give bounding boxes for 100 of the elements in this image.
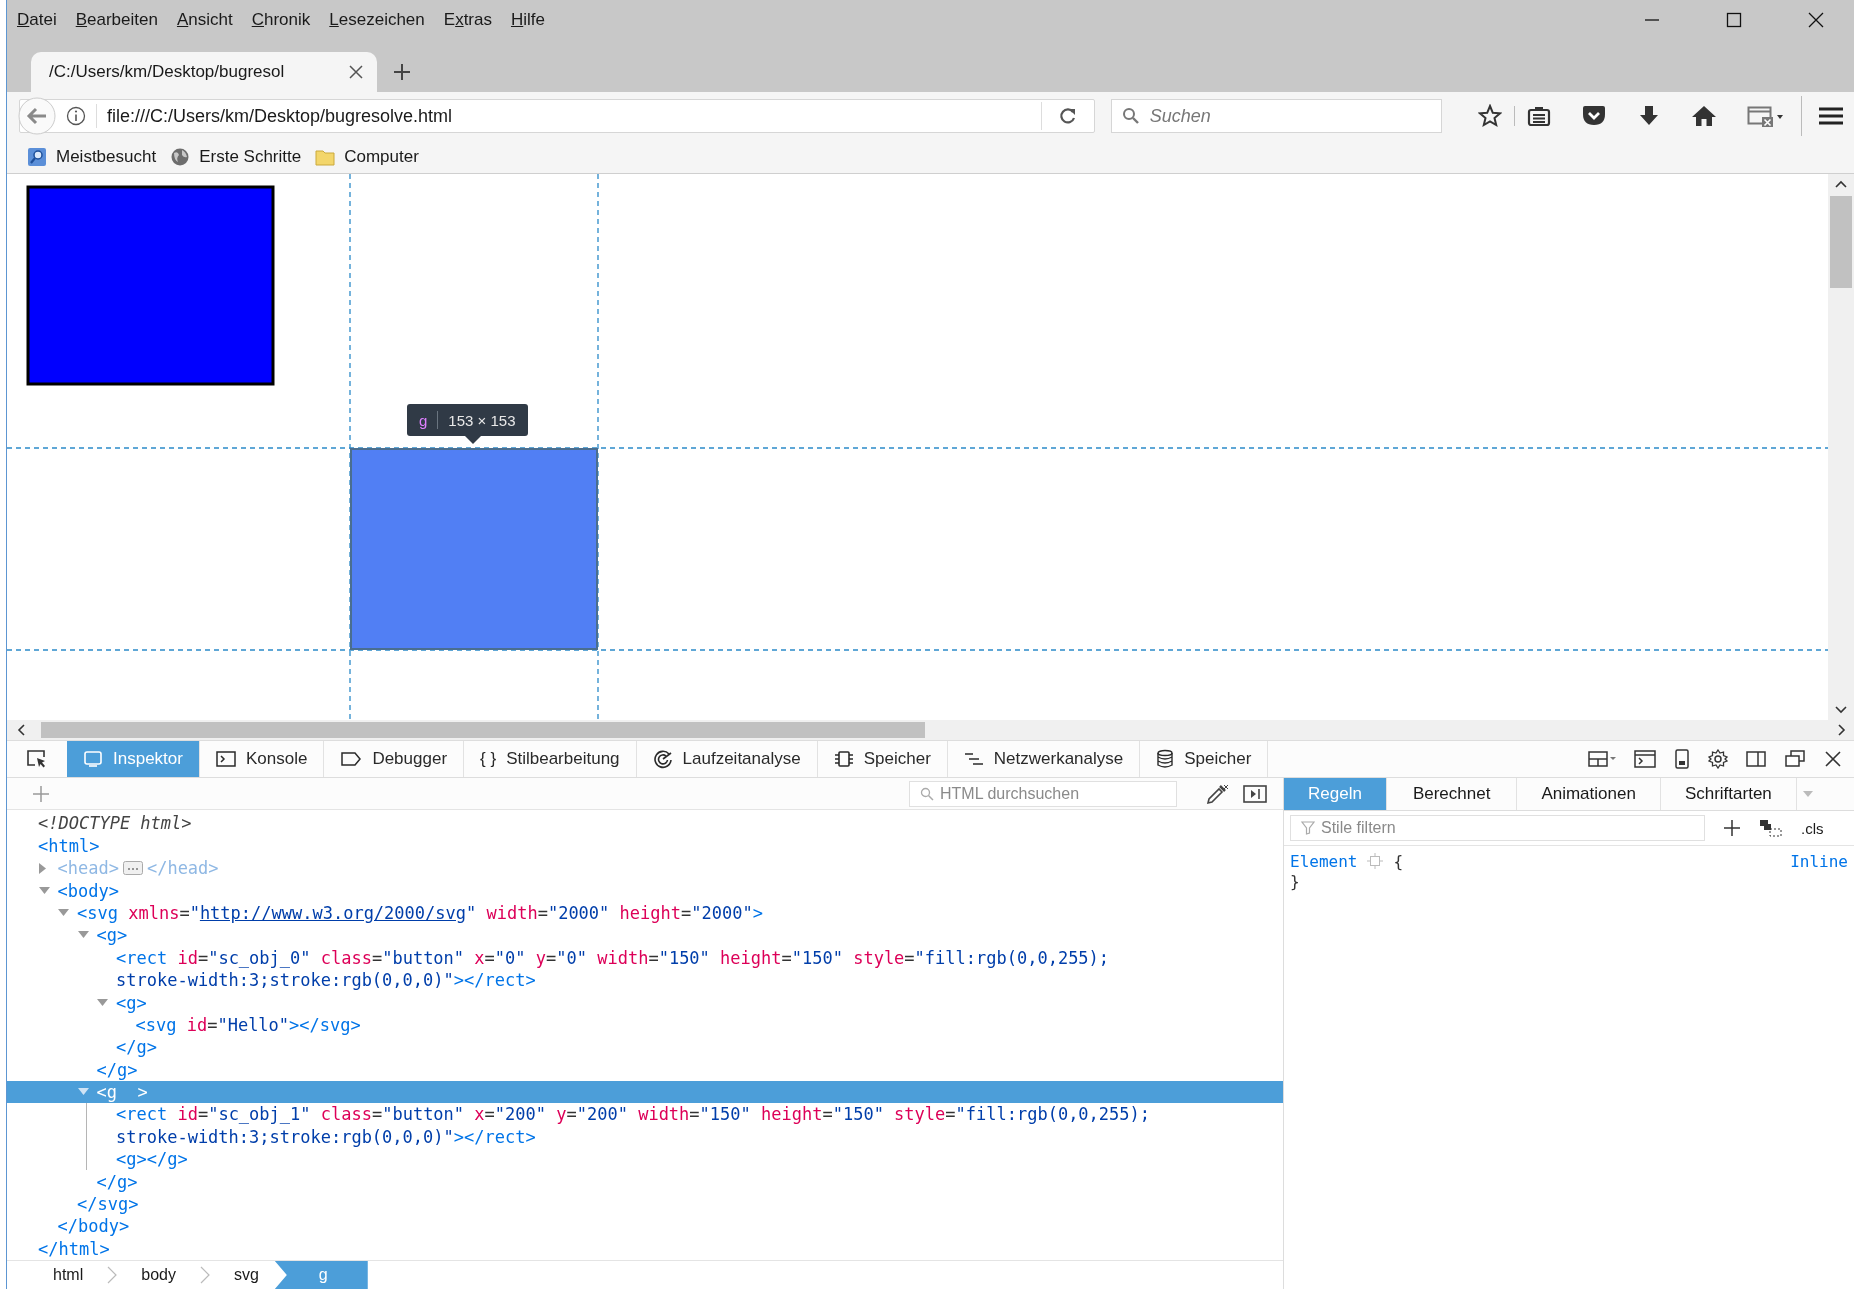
menu-item[interactable]: Datei: [17, 10, 57, 30]
sidebar-icon[interactable]: [1746, 750, 1766, 768]
gauge-icon: [652, 749, 673, 769]
sidebar-tab[interactable]: Schriftarten: [1660, 778, 1797, 810]
markup-line[interactable]: <rect id="sc_obj_1" class="button" x="200" y="200" width="150" height="150" style="fill:rgb(0,0,255);: [116, 1104, 1150, 1125]
devtools-tab[interactable]: Speicher: [1140, 741, 1269, 777]
vertical-scrollbar[interactable]: [1828, 174, 1854, 720]
close-icon[interactable]: [349, 65, 363, 79]
element-picker-icon[interactable]: [26, 749, 48, 769]
markup-line[interactable]: <!DOCTYPE html>: [38, 813, 192, 834]
chevron-badge-icon[interactable]: [1581, 104, 1607, 128]
markup-line[interactable]: </body>: [57, 1216, 130, 1237]
tag-shape-icon: [340, 750, 363, 768]
chevron-up-icon[interactable]: [1835, 180, 1847, 188]
plus-icon[interactable]: [393, 63, 411, 81]
list-icon[interactable]: [1527, 104, 1551, 128]
rule-selector: Element: [1290, 851, 1358, 871]
pseudo-class-icon[interactable]: [1759, 818, 1783, 838]
menu-item[interactable]: Bearbeiten: [75, 10, 158, 30]
settings-icon[interactable]: [1708, 749, 1728, 769]
home-icon[interactable]: [1691, 104, 1717, 128]
sidebar-tab[interactable]: Berechnet: [1386, 778, 1518, 810]
star-icon[interactable]: [1478, 104, 1502, 128]
braces-icon: { }: [480, 749, 497, 769]
chevron-left-icon[interactable]: [17, 724, 25, 736]
window-icon[interactable]: [1747, 104, 1783, 128]
menu-item[interactable]: Lesezeichen: [329, 10, 425, 30]
markup-line[interactable]: <rect id="sc_obj_0" class="button" x="0" y="0" width="150" height="150" style="fill:rgb(0,0,255);: [116, 947, 1110, 968]
markup-line[interactable]: </svg>: [77, 1194, 139, 1214]
rule-source-link[interactable]: Inline: [1790, 851, 1848, 871]
markup-line[interactable]: </g>: [96, 1171, 138, 1192]
menu-item[interactable]: Chronik: [251, 10, 311, 30]
database-icon: [1156, 749, 1175, 769]
expanded-arrow-icon[interactable]: [97, 998, 108, 1007]
scrollbar-thumb[interactable]: [1830, 196, 1852, 288]
sidebar-tab[interactable]: Animationen: [1517, 778, 1661, 810]
info-icon[interactable]: [66, 106, 86, 126]
expanded-arrow-icon[interactable]: [38, 886, 50, 895]
markup-line[interactable]: </g>: [96, 1059, 138, 1080]
chevron-down-icon[interactable]: [1835, 706, 1847, 714]
bookmark-item[interactable]: Meistbesucht: [27, 146, 157, 167]
magnifier-icon: [27, 146, 47, 167]
markup-line[interactable]: <svg xmlns="http://www.w3.org/2000/svg" width="2000" height="2000">: [77, 902, 763, 923]
markup-line[interactable]: <g>: [116, 992, 147, 1013]
close-icon[interactable]: [1824, 750, 1842, 768]
tooltip-tag: g: [419, 411, 428, 429]
bookmark-item[interactable]: Erste Schritte: [170, 146, 302, 167]
devtools-tab[interactable]: Konsole: [199, 741, 325, 777]
markup-line[interactable]: <svg id="Hello"></svg>: [135, 1014, 361, 1035]
markup-line[interactable]: <html>: [38, 835, 100, 856]
rule-brace: }: [1290, 872, 1300, 891]
network-lines-icon: [963, 751, 984, 767]
breadcrumb[interactable]: svg: [227, 1261, 265, 1289]
screenshot-icon[interactable]: [1243, 783, 1267, 804]
windows-icon[interactable]: [1784, 750, 1806, 768]
console-panel-icon[interactable]: [1634, 749, 1656, 769]
search-field[interactable]: Suchen: [1110, 99, 1442, 133]
plus-icon[interactable]: [1723, 819, 1741, 837]
markup-line[interactable]: </g>: [116, 1037, 157, 1058]
scrollbar-thumb[interactable]: [41, 722, 925, 738]
devtools-tab[interactable]: Laufzeitanalyse: [636, 741, 818, 777]
globe-icon: [170, 146, 191, 167]
close-icon[interactable]: [1808, 12, 1824, 28]
expanded-arrow-icon[interactable]: [77, 931, 89, 940]
devtools-tab[interactable]: Speicher: [817, 741, 948, 777]
markup-line[interactable]: <g>: [96, 925, 128, 946]
search-icon: [920, 786, 934, 801]
markup-line[interactable]: <g></g>: [116, 1149, 188, 1170]
breadcrumb[interactable]: body: [135, 1261, 182, 1289]
console-icon: [215, 750, 236, 768]
markup-line[interactable]: stroke-width:3;stroke:rgb(0,0,0)"></rect>: [116, 1126, 536, 1147]
eyedropper-icon[interactable]: [1205, 782, 1229, 805]
filter-field[interactable]: Stile filtern: [1290, 815, 1705, 841]
menu-item[interactable]: Extras: [443, 10, 492, 30]
device-icon[interactable]: [1674, 749, 1690, 769]
inspector-icon: [83, 750, 103, 768]
layout-icon[interactable]: [1588, 749, 1616, 769]
markup-line[interactable]: stroke-width:3;stroke:rgb(0,0,0)"></rect>: [116, 970, 536, 991]
breadcrumb[interactable]: html: [47, 1261, 90, 1289]
ellipsis-icon[interactable]: [122, 861, 143, 876]
devtools-tab[interactable]: Netzwerkanalyse: [947, 741, 1141, 777]
markup-line[interactable]: <body>: [57, 880, 119, 901]
tooltip-size: 153 × 153: [448, 411, 516, 429]
browser-tab[interactable]: /C:/Users/km/Desktop/bugresol: [31, 52, 377, 92]
filter-icon: [1301, 821, 1315, 835]
reload-icon[interactable]: [1057, 106, 1078, 126]
devtools-tab[interactable]: { } Stilbearbeitung: [464, 741, 637, 777]
expanded-arrow-icon[interactable]: [58, 908, 69, 917]
chevron-right-icon[interactable]: [1838, 724, 1846, 736]
devtools-tab[interactable]: Debugger: [324, 741, 465, 777]
cls-button[interactable]: .cls: [1801, 819, 1824, 837]
markup-line[interactable]: </html>: [38, 1238, 110, 1259]
horizontal-scrollbar[interactable]: [7, 720, 1854, 740]
menu-item[interactable]: Hilfe: [510, 10, 545, 30]
menu-icon[interactable]: [1818, 105, 1844, 127]
collapsed-arrow-icon[interactable]: [38, 862, 47, 874]
menu-item[interactable]: Ansicht: [176, 10, 233, 30]
chevron-right-icon: [199, 1266, 210, 1284]
bookmark-item[interactable]: Computer: [315, 146, 419, 167]
maximize-icon[interactable]: [1726, 12, 1742, 28]
